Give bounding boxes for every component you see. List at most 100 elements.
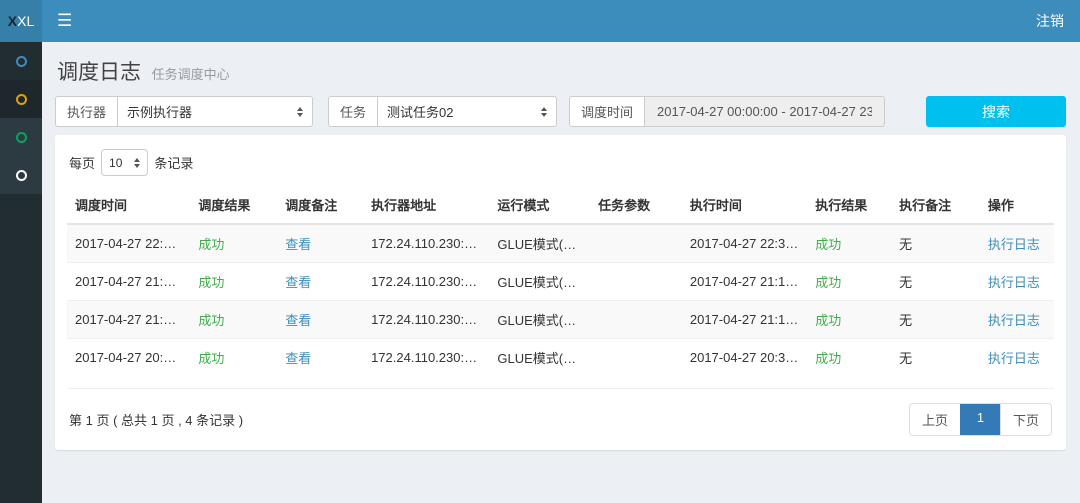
time-filter-group: 调度时间 <box>569 96 885 127</box>
prev-page-button[interactable]: 上页 <box>910 404 960 435</box>
cell-dispatch-time: 2017-04-27 21:15:36 <box>67 301 190 339</box>
cell-dispatch-time: 2017-04-27 20:31:13 <box>67 339 190 377</box>
cell-dispatch-remark: 查看 <box>277 339 363 377</box>
success-text: 成功 <box>198 351 224 366</box>
cell-exec-time: 2017-04-27 22:37:24 <box>682 224 807 263</box>
table-row: 2017-04-27 22:37:22 成功 查看 172.24.110.230… <box>67 224 1054 263</box>
per-page-select[interactable]: 10 <box>101 149 148 176</box>
select-arrows-icon <box>297 107 303 117</box>
table-row: 2017-04-27 21:15:39 成功 查看 172.24.110.230… <box>67 263 1054 301</box>
log-table: 调度时间 调度结果 调度备注 执行器地址 运行模式 任务参数 执行时间 执行结果… <box>67 186 1054 376</box>
cell-executor-address: 172.24.110.230:9999 <box>363 301 489 339</box>
success-text: 成功 <box>198 237 224 252</box>
circle-icon <box>16 56 27 67</box>
cell-dispatch-remark: 查看 <box>277 301 363 339</box>
col-executor-address: 执行器地址 <box>363 186 489 224</box>
navbar: ☰ 注销 <box>42 0 1080 42</box>
page-1-button[interactable]: 1 <box>960 404 1000 435</box>
cell-executor-address: 172.24.110.230:9999 <box>363 224 489 263</box>
cell-task-param <box>590 224 682 263</box>
cell-exec-time: 2017-04-27 21:15:39 <box>682 263 807 301</box>
cell-dispatch-time: 2017-04-27 22:37:22 <box>67 224 190 263</box>
table-header-row: 调度时间 调度结果 调度备注 执行器地址 运行模式 任务参数 执行时间 执行结果… <box>67 186 1054 224</box>
circle-icon <box>16 170 27 181</box>
cell-dispatch-remark: 查看 <box>277 263 363 301</box>
sidebar <box>0 42 42 503</box>
cell-exec-remark: 无 <box>891 224 980 263</box>
filter-bar: 执行器 示例执行器 任务 测试任务02 调度时间 搜索 <box>55 96 1066 127</box>
page-header: 调度日志 任务调度中心 <box>55 54 1066 96</box>
cell-task-param <box>590 263 682 301</box>
pagination-summary: 第 1 页 ( 总共 1 页 , 4 条记录 ) <box>69 410 243 429</box>
cell-exec-result: 成功 <box>807 301 891 339</box>
executor-filter-label: 执行器 <box>55 96 117 127</box>
per-page-value: 10 <box>109 156 122 170</box>
exec-log-link[interactable]: 执行日志 <box>988 237 1040 252</box>
cell-dispatch-result: 成功 <box>190 339 277 377</box>
view-remark-link[interactable]: 查看 <box>285 351 311 366</box>
cell-executor-address: 172.24.110.230:9999 <box>363 339 489 377</box>
logo[interactable]: XXL <box>0 0 42 42</box>
exec-log-link[interactable]: 执行日志 <box>988 275 1040 290</box>
executor-select[interactable]: 示例执行器 <box>117 96 313 127</box>
col-exec-time: 执行时间 <box>682 186 807 224</box>
cell-exec-time: 2017-04-27 21:15:36 <box>682 301 807 339</box>
col-dispatch-remark: 调度备注 <box>277 186 363 224</box>
view-remark-link[interactable]: 查看 <box>285 237 311 252</box>
cell-dispatch-result: 成功 <box>190 224 277 263</box>
main-content: 调度日志 任务调度中心 执行器 示例执行器 任务 测试任务02 调度时间 <box>42 42 1080 503</box>
select-arrows-icon <box>541 107 547 117</box>
page-title: 调度日志 <box>57 61 141 84</box>
job-select-value: 测试任务02 <box>387 102 453 121</box>
cell-action: 执行日志 <box>980 339 1054 377</box>
cell-dispatch-remark: 查看 <box>277 224 363 263</box>
col-dispatch-time: 调度时间 <box>67 186 190 224</box>
page-subtitle: 任务调度中心 <box>152 67 230 82</box>
logout-link[interactable]: 注销 <box>1020 0 1080 42</box>
job-filter-group: 任务 测试任务02 <box>328 96 557 127</box>
cell-exec-remark: 无 <box>891 263 980 301</box>
sidebar-item-2[interactable] <box>0 80 42 118</box>
time-range-input[interactable] <box>644 96 885 127</box>
pagination-bar: 第 1 页 ( 总共 1 页 , 4 条记录 ) 上页 1 下页 <box>67 388 1054 440</box>
cell-exec-result: 成功 <box>807 224 891 263</box>
sidebar-item-4[interactable] <box>0 156 42 194</box>
sidebar-item-3[interactable] <box>0 118 42 156</box>
cell-run-mode: GLUE模式(Java) <box>489 339 590 377</box>
exec-log-link[interactable]: 执行日志 <box>988 351 1040 366</box>
top-navbar: XXL ☰ 注销 <box>0 0 1080 42</box>
success-text: 成功 <box>198 275 224 290</box>
select-arrows-icon <box>134 158 140 168</box>
per-page-suffix: 条记录 <box>154 153 193 172</box>
circle-icon <box>16 132 27 143</box>
col-action: 操作 <box>980 186 1054 224</box>
cell-exec-remark: 无 <box>891 301 980 339</box>
success-text: 成功 <box>198 313 224 328</box>
view-remark-link[interactable]: 查看 <box>285 313 311 328</box>
table-row: 2017-04-27 21:15:36 成功 查看 172.24.110.230… <box>67 301 1054 339</box>
circle-icon <box>16 94 27 105</box>
sidebar-toggle-icon[interactable]: ☰ <box>42 0 87 42</box>
cell-exec-time: 2017-04-27 20:31:14 <box>682 339 807 377</box>
exec-log-link[interactable]: 执行日志 <box>988 313 1040 328</box>
cell-exec-result: 成功 <box>807 339 891 377</box>
table-row: 2017-04-27 20:31:13 成功 查看 172.24.110.230… <box>67 339 1054 377</box>
col-exec-remark: 执行备注 <box>891 186 980 224</box>
job-select[interactable]: 测试任务02 <box>377 96 557 127</box>
next-page-button[interactable]: 下页 <box>1000 404 1051 435</box>
executor-filter-group: 执行器 示例执行器 <box>55 96 313 127</box>
col-dispatch-result: 调度结果 <box>190 186 277 224</box>
cell-task-param <box>590 301 682 339</box>
sidebar-item-1[interactable] <box>0 42 42 80</box>
cell-executor-address: 172.24.110.230:9999 <box>363 263 489 301</box>
search-button[interactable]: 搜索 <box>926 96 1066 127</box>
success-text: 成功 <box>815 313 841 328</box>
per-page-prefix: 每页 <box>69 153 95 172</box>
cell-action: 执行日志 <box>980 263 1054 301</box>
cell-dispatch-result: 成功 <box>190 263 277 301</box>
job-filter-label: 任务 <box>328 96 377 127</box>
view-remark-link[interactable]: 查看 <box>285 275 311 290</box>
col-run-mode: 运行模式 <box>489 186 590 224</box>
logo-text-bold: X <box>8 13 17 29</box>
cell-exec-result: 成功 <box>807 263 891 301</box>
